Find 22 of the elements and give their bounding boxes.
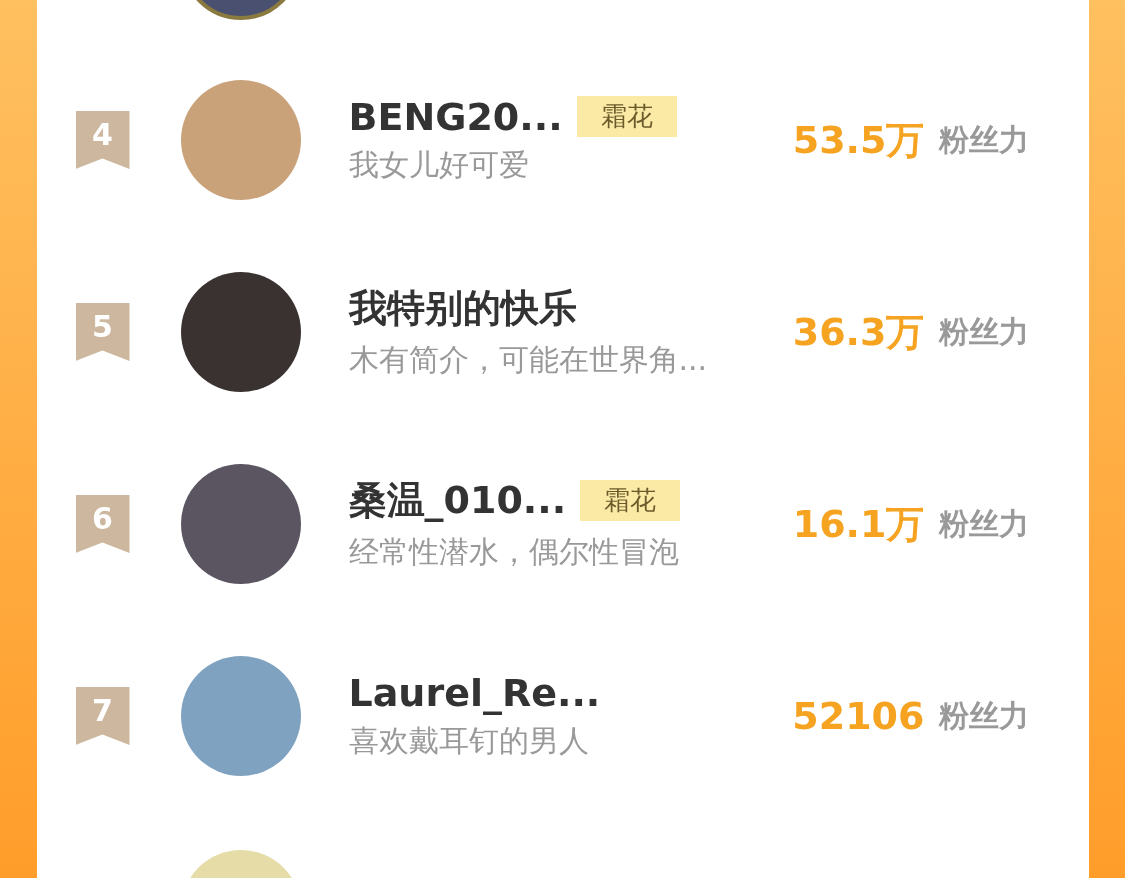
rank-badge: 7: [75, 687, 130, 745]
fan-power-label: 粉丝力: [938, 120, 1029, 159]
tag: 霜花: [576, 96, 677, 137]
fan-power-value: 52106: [792, 694, 925, 738]
user-bio: 木有简介，可能在世界角...: [348, 341, 709, 379]
user-name: 桑温_010...: [348, 477, 567, 524]
fan-power-label: 粉丝力: [938, 696, 1029, 735]
user-bio: 喜欢戴耳钉的男人: [348, 721, 590, 760]
rank-badge: 5: [75, 303, 130, 361]
rank-badge: 6: [75, 495, 130, 553]
fan-power-value: 16.1万: [792, 500, 925, 548]
fan-power-label: 粉丝力: [938, 312, 1029, 351]
fan-power-value: 36.3万: [792, 308, 925, 356]
rank-badge: 4: [75, 111, 130, 169]
fan-power-label: 粉丝力: [938, 504, 1029, 543]
user-bio: 我女儿好可爱: [348, 145, 530, 184]
user-name: Laurel_Re...: [348, 670, 601, 715]
fan-power-value: 53.5万: [792, 116, 925, 164]
tag: 霜花: [580, 480, 681, 521]
user-name: BENG20...: [348, 94, 563, 139]
user-name: 我特别的快乐: [348, 285, 577, 332]
user-bio: 经常性潜水，偶尔性冒泡: [348, 533, 680, 571]
